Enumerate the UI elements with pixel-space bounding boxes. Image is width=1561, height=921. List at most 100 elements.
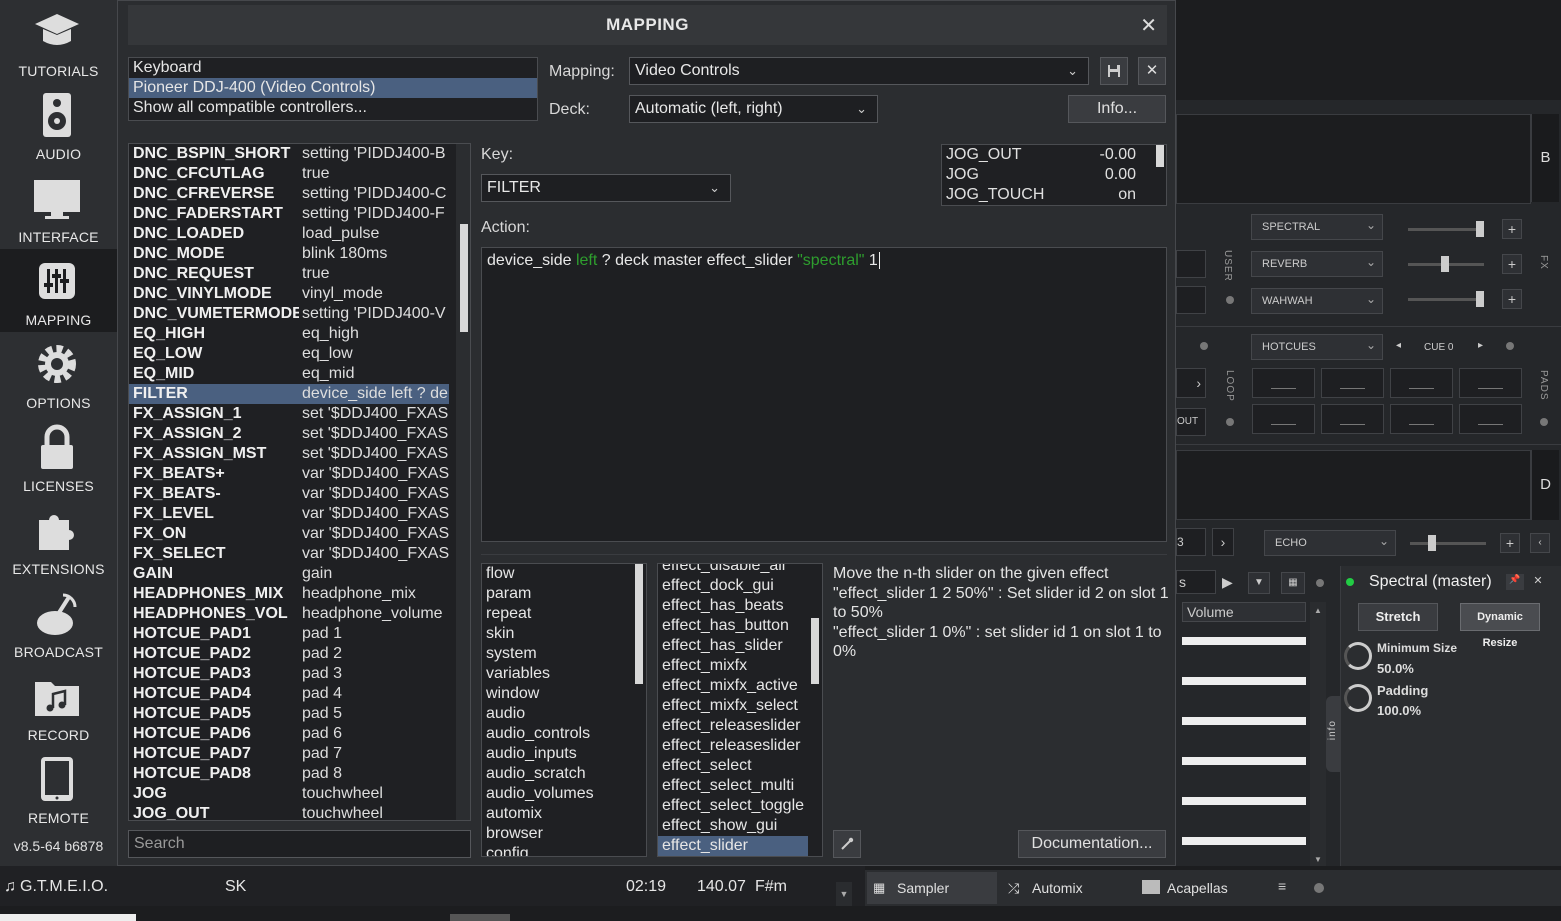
- key-row[interactable]: FX_ASSIGN_2 set '$DDJ400_FXAS: [129, 424, 449, 444]
- play-icon[interactable]: ▶: [1222, 574, 1233, 591]
- key-row[interactable]: DNC_CFREVERSE setting 'PIDDJ400-C: [129, 184, 449, 204]
- key-row[interactable]: DNC_CFCUTLAG true: [129, 164, 449, 184]
- verb-item[interactable]: effect_select: [658, 756, 808, 776]
- fx-add-button-2[interactable]: +: [1502, 254, 1522, 274]
- key-row[interactable]: HOTCUE_PAD2 pad 2: [129, 644, 449, 664]
- key-row[interactable]: FX_ON var '$DDJ400_FXAS: [129, 524, 449, 544]
- category-item[interactable]: repeat: [482, 604, 646, 624]
- dynamic-resize-button[interactable]: Dynamic Resize: [1460, 603, 1540, 649]
- key-row[interactable]: HOTCUE_PAD7 pad 7: [129, 744, 449, 764]
- download-icon[interactable]: ▼: [1248, 572, 1270, 594]
- key-row[interactable]: HOTCUE_PAD5 pad 5: [129, 704, 449, 724]
- category-scrollbar[interactable]: [635, 564, 643, 684]
- key-row[interactable]: FILTER device_side left ? de: [129, 384, 449, 404]
- sidebar-item-tutorials[interactable]: TUTORIALS: [0, 0, 117, 83]
- pad-6[interactable]: [1321, 404, 1384, 434]
- sidebar-item-broadcast[interactable]: BROADCAST: [0, 581, 117, 664]
- fx-slider-2[interactable]: [1441, 256, 1449, 272]
- controller-item-show-all[interactable]: Show all compatible controllers...: [129, 98, 537, 118]
- save-icon[interactable]: [1100, 57, 1128, 85]
- pad-7[interactable]: [1390, 404, 1453, 434]
- verb-item[interactable]: effect_releaseslider: [658, 736, 808, 756]
- deck-select[interactable]: Automatic (left, right) ⌄: [629, 95, 878, 123]
- sidebar-item-extensions[interactable]: EXTENSIONS: [0, 498, 117, 581]
- controller-item-keyboard[interactable]: Keyboard: [129, 58, 537, 78]
- fx-slot-3[interactable]: WAHWAH ⌄: [1251, 288, 1383, 314]
- category-item[interactable]: browser: [482, 824, 646, 844]
- category-item[interactable]: audio: [482, 704, 646, 724]
- fx-add-button-1[interactable]: +: [1502, 219, 1522, 239]
- sidebar-item-remote[interactable]: REMOTE: [0, 747, 117, 830]
- volume-column-header[interactable]: Volume: [1182, 602, 1306, 622]
- verb-scrollbar[interactable]: [811, 618, 819, 684]
- verb-item[interactable]: effect_show_gui: [658, 816, 808, 836]
- key-row[interactable]: DNC_MODE blink 180ms: [129, 244, 449, 264]
- out-label[interactable]: OUT: [1176, 408, 1206, 436]
- verb-item[interactable]: effect_releaseslider: [658, 716, 808, 736]
- fx-slider-3[interactable]: [1476, 291, 1484, 307]
- effect-close-icon[interactable]: ✕: [1530, 574, 1546, 590]
- verb-item[interactable]: effect_select_multi: [658, 776, 808, 796]
- category-item[interactable]: audio_inputs: [482, 744, 646, 764]
- key-row[interactable]: FX_ASSIGN_MST set '$DDJ400_FXAS: [129, 444, 449, 464]
- key-row[interactable]: JOG touchwheel: [129, 784, 449, 804]
- mapping-select[interactable]: Video Controls ⌄: [629, 57, 1089, 85]
- sidebar-item-licenses[interactable]: LICENSES: [0, 415, 117, 498]
- verb-item[interactable]: effect_has_beats: [658, 596, 808, 616]
- action-editor[interactable]: device_side left ? deck master effect_sl…: [481, 247, 1167, 542]
- key-row[interactable]: EQ_MID eq_mid: [129, 364, 449, 384]
- monitor-scrollbar[interactable]: [1156, 145, 1164, 167]
- category-item[interactable]: skin: [482, 624, 646, 644]
- category-item[interactable]: config: [482, 844, 646, 856]
- key-row[interactable]: EQ_HIGH eq_high: [129, 324, 449, 344]
- category-item[interactable]: variables: [482, 664, 646, 684]
- hotcues-select[interactable]: HOTCUES ⌄: [1251, 334, 1383, 360]
- fx-add-button-3[interactable]: +: [1502, 289, 1522, 309]
- category-item[interactable]: automix: [482, 804, 646, 824]
- echo-select[interactable]: ECHO ⌄: [1264, 530, 1396, 556]
- tab-acapellas[interactable]: Acapellas: [1137, 872, 1267, 904]
- list-menu-icon[interactable]: ≡: [1278, 878, 1286, 894]
- key-list-scrollbar[interactable]: [460, 224, 468, 332]
- tab-sampler[interactable]: ▦ Sampler: [867, 872, 997, 904]
- key-row[interactable]: HOTCUE_PAD1 pad 1: [129, 624, 449, 644]
- fx-slot-2[interactable]: REVERB ⌄: [1251, 251, 1383, 277]
- category-item[interactable]: audio_scratch: [482, 764, 646, 784]
- key-row[interactable]: FX_LEVEL var '$DDJ400_FXAS: [129, 504, 449, 524]
- key-row[interactable]: FX_ASSIGN_1 set '$DDJ400_FXAS: [129, 404, 449, 424]
- category-item[interactable]: param: [482, 584, 646, 604]
- category-item[interactable]: flow: [482, 564, 646, 584]
- key-row[interactable]: HEADPHONES_VOL headphone_volume: [129, 604, 449, 624]
- key-row[interactable]: DNC_VUMETERMODE setting 'PIDDJ400-V: [129, 304, 449, 324]
- sidebar-item-record[interactable]: RECORD: [0, 664, 117, 747]
- category-item[interactable]: system: [482, 644, 646, 664]
- key-select[interactable]: FILTER ⌄: [481, 174, 731, 202]
- key-row[interactable]: HOTCUE_PAD8 pad 8: [129, 764, 449, 784]
- category-item[interactable]: audio_controls: [482, 724, 646, 744]
- verb-item[interactable]: effect_has_button: [658, 616, 808, 636]
- pad-2[interactable]: [1321, 368, 1384, 398]
- deck-b-label[interactable]: B: [1531, 114, 1559, 202]
- key-row[interactable]: HOTCUE_PAD6 pad 6: [129, 724, 449, 744]
- deck-d-label[interactable]: D: [1531, 450, 1559, 520]
- key-row[interactable]: DNC_REQUEST true: [129, 264, 449, 284]
- pad-3[interactable]: [1390, 368, 1453, 398]
- key-row[interactable]: DNC_LOADED load_pulse: [129, 224, 449, 244]
- pad-4[interactable]: [1459, 368, 1522, 398]
- info-button[interactable]: Info...: [1068, 95, 1166, 123]
- stretch-button[interactable]: Stretch: [1358, 603, 1438, 631]
- sidebar-item-interface[interactable]: INTERFACE: [0, 166, 117, 249]
- verb-item[interactable]: effect_dock_gui: [658, 576, 808, 596]
- delete-mapping-icon[interactable]: ✕: [1138, 57, 1166, 85]
- sidebar-item-audio[interactable]: AUDIO: [0, 83, 117, 166]
- category-item[interactable]: audio_volumes: [482, 784, 646, 804]
- verb-item[interactable]: effect_select_toggle: [658, 796, 808, 816]
- sidebar-item-mapping[interactable]: MAPPING: [0, 249, 117, 332]
- key-row[interactable]: HOTCUE_PAD3 pad 3: [129, 664, 449, 684]
- controller-item-ddj400[interactable]: Pioneer DDJ-400 (Video Controls): [129, 78, 537, 98]
- key-row[interactable]: HOTCUE_PAD4 pad 4: [129, 684, 449, 704]
- pad-5[interactable]: [1252, 404, 1315, 434]
- close-icon[interactable]: ✕: [1140, 13, 1157, 38]
- verb-item[interactable]: effect_mixfx: [658, 656, 808, 676]
- key-row[interactable]: DNC_BSPIN_SHORT setting 'PIDDJ400-B: [129, 144, 449, 164]
